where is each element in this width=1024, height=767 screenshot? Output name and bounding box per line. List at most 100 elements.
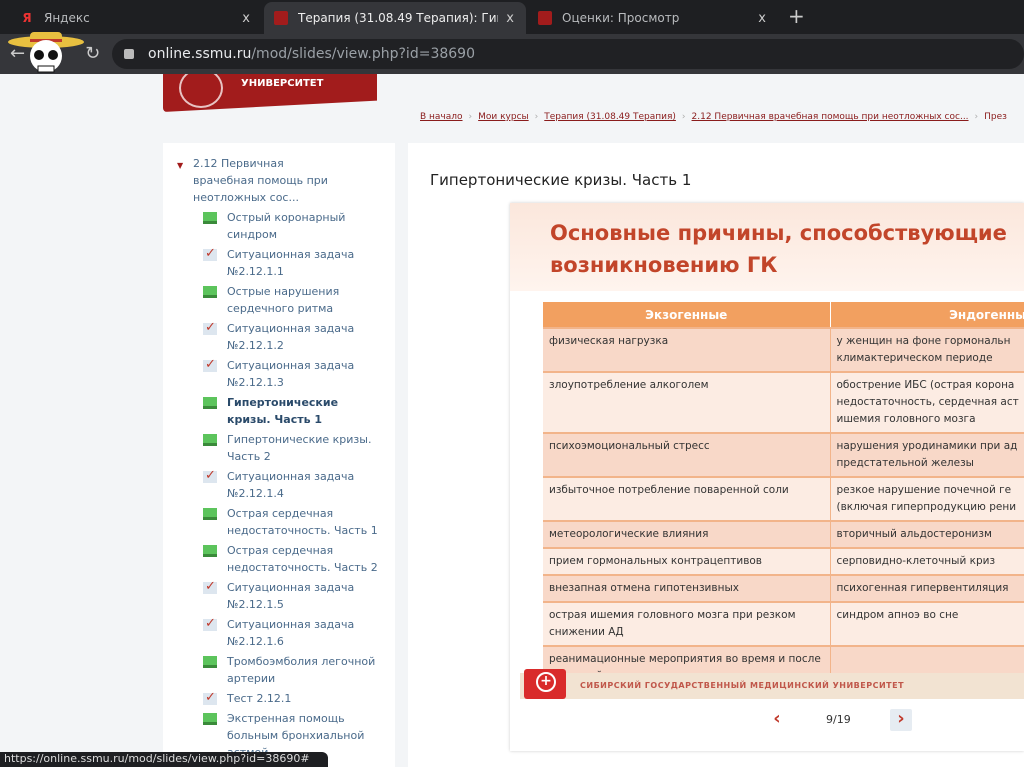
sidebar-item[interactable]: Ситуационная задача №2.12.1.6 <box>203 615 383 650</box>
ssmu-favicon-icon <box>274 11 288 25</box>
slides-icon <box>203 713 217 725</box>
table-row: избыточное потребление поваренной соли ре… <box>543 476 1024 521</box>
sidebar-item[interactable]: Тест 2.12.1 <box>203 689 383 707</box>
new-tab-button[interactable]: + <box>788 4 805 28</box>
logo-text: УНИВЕРСИТЕТ <box>241 78 324 89</box>
column-header: Эндогенны <box>830 302 1024 328</box>
sidebar-item[interactable]: Гипертонические кризы. Часть 2 <box>203 431 383 465</box>
breadcrumb-course[interactable]: Терапия (31.08.49 Терапия) <box>544 112 676 122</box>
endogenous-cell: нарушения уродинамики при ад предстатель… <box>830 432 1024 477</box>
exogenous-cell: злоупотребление алкоголем <box>543 371 831 433</box>
quiz-icon <box>203 319 217 336</box>
endogenous-cell: у женщин на фоне гормональн климактериче… <box>830 327 1024 372</box>
table-row: прием гормональных контрацептивов серпови… <box>543 547 1024 575</box>
quiz-icon <box>203 245 217 262</box>
sidebar-item[interactable]: Ситуационная задача №2.12.1.3 <box>203 356 383 391</box>
quiz-icon <box>203 689 217 706</box>
sidebar-item-label: Ситуационная задача №2.12.1.4 <box>227 470 355 500</box>
emblem-icon <box>179 74 223 108</box>
slide-viewer: Основные причины, способствующие возникн… <box>510 203 1024 751</box>
sidebar-item[interactable]: Ситуационная задача №2.12.1.2 <box>203 319 383 354</box>
next-slide-button[interactable]: › <box>890 709 912 731</box>
section-label: 2.12 Первичная врачебная помощь при неот… <box>193 157 328 204</box>
column-header: Экзогенные <box>543 302 831 328</box>
sidebar-item-label: Гипертонические кризы. Часть 2 <box>227 433 372 463</box>
slides-icon <box>203 545 217 557</box>
skull-sticker-icon <box>8 32 84 73</box>
endogenous-cell: резкое нарушение почечной ге (включая ги… <box>830 476 1024 521</box>
tab-bar: Я Яндекс x Терапия (31.08.49 Терапия): Г… <box>0 0 1024 34</box>
endogenous-cell: обострение ИБС (острая корона недостаточ… <box>830 371 1024 433</box>
sidebar-item[interactable]: Острые нарушения сердечного ритма <box>203 283 383 317</box>
sidebar-item[interactable]: Острая сердечная недостаточность. Часть … <box>203 505 383 539</box>
slide-title: Основные причины, способствующие возникн… <box>550 221 1007 277</box>
sidebar-item[interactable]: Острая сердечная недостаточность. Часть … <box>203 542 383 576</box>
university-logo[interactable]: УНИВЕРСИТЕТ <box>163 74 377 112</box>
table-row: острая ишемия головного мозга при резком… <box>543 601 1024 646</box>
sidebar-item-label: Острые нарушения сердечного ритма <box>227 285 340 315</box>
breadcrumb-my-courses[interactable]: Мои курсы <box>478 112 529 122</box>
sidebar-item-label: Ситуационная задача №2.12.1.2 <box>227 322 355 352</box>
slides-icon <box>203 508 217 520</box>
slides-icon <box>203 397 217 409</box>
tab-therapy[interactable]: Терапия (31.08.49 Терапия): Гип x <box>264 2 526 34</box>
sidebar-item[interactable]: Тромбоэмболия легочной артерии <box>203 653 383 687</box>
address-bar: ← ↻ online.ssmu.ru/mod/slides/view.php?id… <box>0 34 1024 74</box>
breadcrumb: В начало › Мои курсы › Терапия (31.08.49 Т… <box>420 112 1007 122</box>
sidebar-item-label: Ситуационная задача №2.12.1.1 <box>227 248 355 278</box>
tab-label: Оценки: Просмотр <box>562 11 680 25</box>
sidebar-item-label: Тромбоэмболия легочной артерии <box>227 655 376 685</box>
exogenous-cell: метеорологические влияния <box>543 520 831 548</box>
close-tab-icon[interactable]: x <box>506 11 514 26</box>
breadcrumb-current[interactable]: През <box>984 112 1007 122</box>
expand-icon[interactable]: ▼ <box>177 157 183 174</box>
breadcrumb-section[interactable]: 2.12 Первичная врачебная помощь при неот… <box>692 112 969 122</box>
quiz-icon <box>203 356 217 373</box>
exogenous-cell: острая ишемия головного мозга при резком… <box>543 601 831 646</box>
sidebar-item-label: Гипертонические кризы. Часть 1 <box>227 396 339 426</box>
page-title: Гипертонические кризы. Часть 1 <box>430 171 692 189</box>
exogenous-cell: избыточное потребление поваренной соли <box>543 476 831 521</box>
section-link[interactable]: ▼ 2.12 Первичная врачебная помощь при нео… <box>177 155 343 206</box>
lock-icon <box>124 49 134 59</box>
tab-grades[interactable]: Оценки: Просмотр x <box>528 2 778 34</box>
sidebar-item[interactable]: Ситуационная задача №2.12.1.4 <box>203 467 383 502</box>
url-path: /mod/slides/view.php?id=38690 <box>251 46 475 62</box>
exogenous-cell: прием гормональных контрацептивов <box>543 547 831 575</box>
table-row: метеорологические влияния вторичный альдо… <box>543 520 1024 548</box>
slides-icon <box>203 212 217 224</box>
breadcrumb-home[interactable]: В начало <box>420 112 463 122</box>
sidebar-item[interactable]: Гипертонические кризы. Часть 1 <box>203 394 383 428</box>
quiz-icon <box>203 615 217 632</box>
sidebar-item-label: Тест 2.12.1 <box>227 692 292 705</box>
sidebar-item-label: Острая сердечная недостаточность. Часть … <box>227 544 378 574</box>
table-row: физическая нагрузка у женщин на фоне горм… <box>543 327 1024 372</box>
close-tab-icon[interactable]: x <box>242 11 250 26</box>
sidebar-item-label: Ситуационная задача №2.12.1.6 <box>227 618 355 648</box>
status-bar-url: https://online.ssmu.ru/mod/slides/view.p… <box>0 752 328 767</box>
exogenous-cell: физическая нагрузка <box>543 327 831 372</box>
yandex-favicon-icon: Я <box>22 11 32 25</box>
sidebar-item[interactable]: Ситуационная задача №2.12.1.1 <box>203 245 383 280</box>
sidebar-item-label: Острый коронарный синдром <box>227 211 346 241</box>
sidebar-item-label: Ситуационная задача №2.12.1.5 <box>227 581 355 611</box>
ssmu-favicon-icon <box>538 11 552 25</box>
endogenous-cell: серповидно-клеточный криз <box>830 547 1024 575</box>
prev-slide-button[interactable]: ‹ <box>766 709 788 731</box>
sidebar-item[interactable]: Острый коронарный синдром <box>203 209 383 243</box>
sidebar-item-label: Ситуационная задача №2.12.1.3 <box>227 359 355 389</box>
close-tab-icon[interactable]: x <box>758 11 766 26</box>
slides-icon <box>203 656 217 668</box>
endogenous-cell: психогенная гипервентиляция <box>830 574 1024 602</box>
exogenous-cell: внезапная отмена гипотензивных <box>543 574 831 602</box>
url-input[interactable]: online.ssmu.ru/mod/slides/view.php?id=38… <box>112 39 1024 69</box>
table-row: психоэмоциональный стресс нарушения уроди… <box>543 432 1024 477</box>
slides-icon <box>203 434 217 446</box>
tab-label: Яндекс <box>44 11 90 25</box>
reload-icon[interactable]: ↻ <box>85 43 100 64</box>
url-host: online.ssmu.ru <box>148 46 252 62</box>
slide-counter: 9/19 <box>826 713 851 726</box>
slides-icon <box>203 286 217 298</box>
endogenous-cell: синдром апноэ во сне <box>830 601 1024 646</box>
sidebar-item[interactable]: Ситуационная задача №2.12.1.5 <box>203 578 383 613</box>
